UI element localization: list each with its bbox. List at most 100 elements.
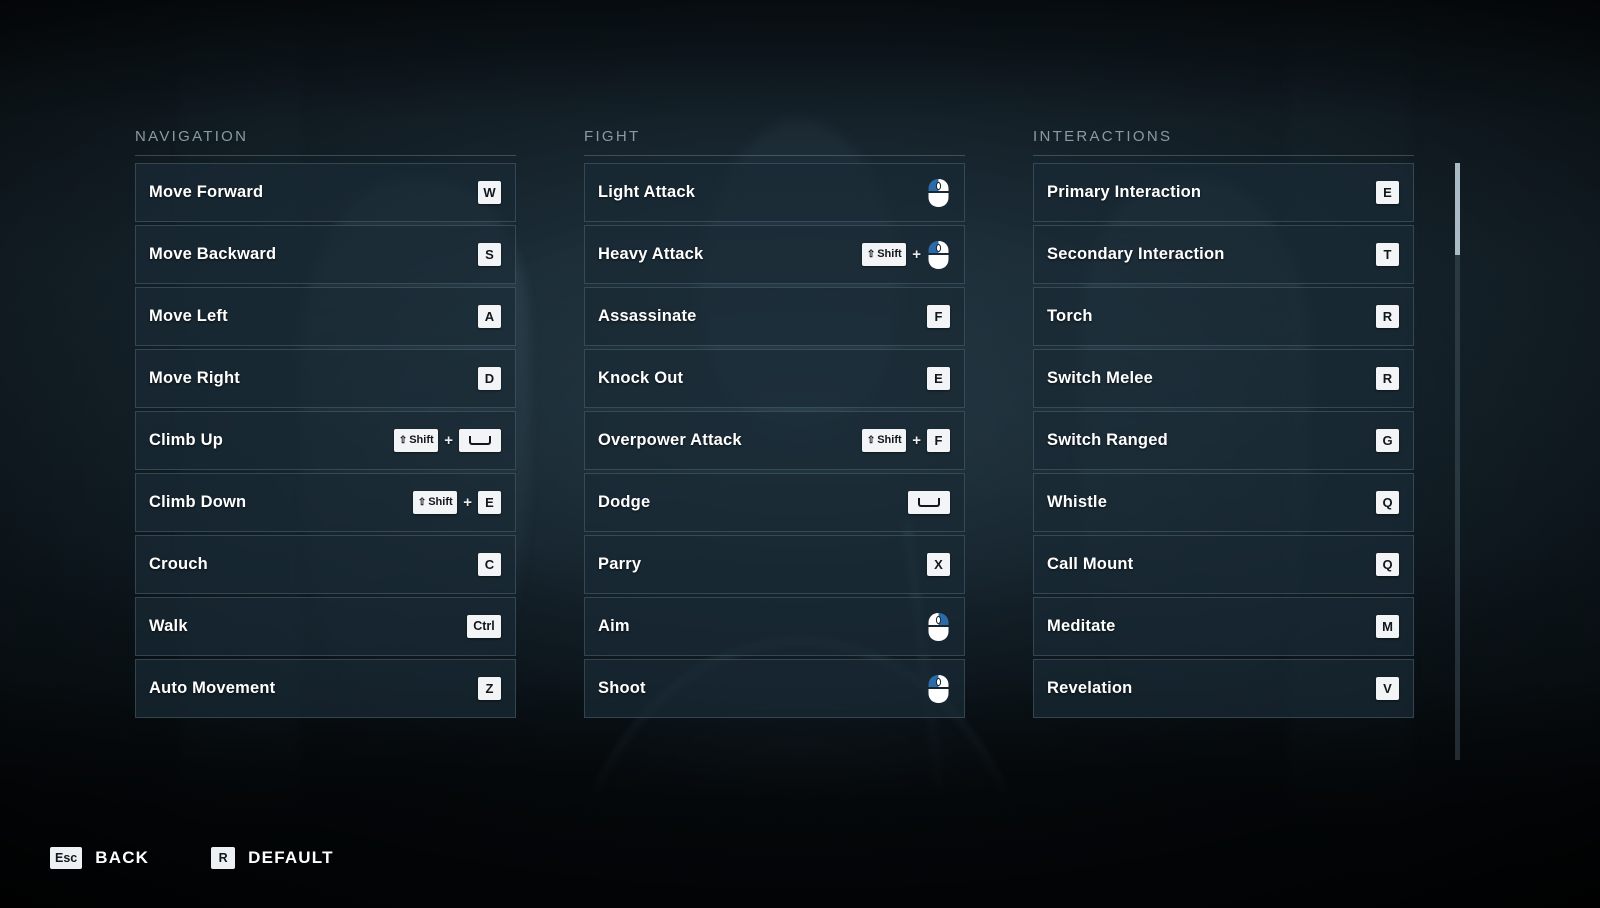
keybinding-row[interactable]: Meditate M: [1033, 597, 1414, 656]
key-cap: X: [927, 553, 950, 576]
keybinding-row[interactable]: Climb Down ⇧ Shift + E: [135, 473, 516, 532]
keybinding-row[interactable]: Crouch C: [135, 535, 516, 594]
keybinding-value[interactable]: ⇧ Shift + E: [413, 491, 501, 514]
key-separator-plus: +: [444, 432, 453, 449]
keybinding-value[interactable]: T: [1376, 243, 1399, 266]
keybinding-row[interactable]: Whistle Q: [1033, 473, 1414, 532]
keybinding-row[interactable]: Aim: [584, 597, 965, 656]
keybinding-value[interactable]: D: [478, 367, 501, 390]
keybinding-row[interactable]: Move Right D: [135, 349, 516, 408]
key-cap: G: [1376, 429, 1399, 452]
keybinding-row[interactable]: Assassinate F: [584, 287, 965, 346]
keybinding-action-label: Climb Down: [149, 493, 247, 511]
keybinding-action-label: Primary Interaction: [1047, 183, 1202, 201]
keybinding-columns: NAVIGATION Move Forward W Move Backward S Mov…: [0, 0, 1600, 908]
keybinding-row[interactable]: Parry X: [584, 535, 965, 594]
shift-arrow-icon: ⇧: [417, 496, 427, 508]
keybinding-action-label: Secondary Interaction: [1047, 245, 1225, 263]
keybinding-row[interactable]: Heavy Attack ⇧ Shift +: [584, 225, 965, 284]
footer-key-cap: Esc: [50, 847, 83, 869]
keybinding-value[interactable]: X: [927, 553, 950, 576]
mouse-left-click-icon: [927, 178, 950, 208]
keybinding-value[interactable]: ⇧ Shift + F: [862, 429, 950, 452]
keybinding-value[interactable]: M: [1376, 615, 1399, 638]
keybinding-value[interactable]: A: [478, 305, 501, 328]
keybinding-action-label: Climb Up: [149, 431, 224, 449]
keybinding-value[interactable]: [927, 674, 950, 704]
keybinding-row[interactable]: Primary Interaction E: [1033, 163, 1414, 222]
shift-arrow-icon: ⇧: [866, 434, 876, 446]
key-cap-label: Shift: [428, 496, 453, 508]
keybinding-value[interactable]: ⇧ Shift +: [394, 429, 501, 452]
key-cap: C: [478, 553, 501, 576]
footer-action-back[interactable]: Esc BACK: [50, 847, 149, 869]
key-cap: Ctrl: [467, 615, 501, 638]
keybinding-action-label: Meditate: [1047, 617, 1116, 635]
keybinding-row[interactable]: Move Forward W: [135, 163, 516, 222]
footer-action-default[interactable]: R DEFAULT: [211, 847, 334, 869]
keybinding-action-label: Walk: [149, 617, 188, 635]
scrollbar-track[interactable]: [1455, 163, 1460, 760]
keybinding-action-label: Aim: [598, 617, 630, 635]
shift-arrow-icon: ⇧: [398, 434, 408, 446]
keybinding-row[interactable]: Light Attack: [584, 163, 965, 222]
keybinding-row[interactable]: Shoot: [584, 659, 965, 718]
keybinding-row[interactable]: Revelation V: [1033, 659, 1414, 718]
scrollbar-thumb[interactable]: [1455, 163, 1460, 255]
keybinding-value[interactable]: [927, 612, 950, 642]
keybinding-action-label: Switch Melee: [1047, 369, 1154, 387]
keybinding-action-label: Heavy Attack: [598, 245, 704, 263]
keybinding-value[interactable]: Z: [478, 677, 501, 700]
keybinding-row[interactable]: Move Left A: [135, 287, 516, 346]
keybinding-value[interactable]: [927, 178, 950, 208]
keybinding-value[interactable]: E: [927, 367, 950, 390]
keybinding-row[interactable]: Secondary Interaction T: [1033, 225, 1414, 284]
keybinding-value[interactable]: Q: [1376, 491, 1399, 514]
keybinding-value[interactable]: S: [478, 243, 501, 266]
keybinding-row[interactable]: Torch R: [1033, 287, 1414, 346]
keybinding-row[interactable]: Auto Movement Z: [135, 659, 516, 718]
key-cap-space: [459, 429, 501, 452]
keybinding-row[interactable]: Knock Out E: [584, 349, 965, 408]
keybinding-value[interactable]: G: [1376, 429, 1399, 452]
keybinding-row[interactable]: Call Mount Q: [1033, 535, 1414, 594]
keybinding-value[interactable]: R: [1376, 305, 1399, 328]
spacebar-icon: [918, 498, 940, 507]
keybinding-value[interactable]: ⇧ Shift +: [862, 240, 950, 270]
keybinding-value[interactable]: R: [1376, 367, 1399, 390]
keybinding-action-label: Move Right: [149, 369, 240, 387]
keybinding-value[interactable]: W: [478, 181, 501, 204]
key-cap: V: [1376, 677, 1399, 700]
mouse-left-click-icon: [927, 240, 950, 270]
key-separator-plus: +: [912, 246, 921, 263]
keybinding-value[interactable]: [908, 491, 950, 514]
keybinding-row[interactable]: Overpower Attack ⇧ Shift + F: [584, 411, 965, 470]
key-cap: M: [1376, 615, 1399, 638]
column-title-fight: FIGHT: [584, 128, 965, 156]
key-cap: Z: [478, 677, 501, 700]
keybinding-value[interactable]: Q: [1376, 553, 1399, 576]
keybinding-row[interactable]: Switch Ranged G: [1033, 411, 1414, 470]
key-separator-plus: +: [912, 432, 921, 449]
keybinding-row[interactable]: Dodge: [584, 473, 965, 532]
keybinding-row[interactable]: Walk Ctrl: [135, 597, 516, 656]
keybinding-row[interactable]: Climb Up ⇧ Shift +: [135, 411, 516, 470]
key-cap-shift: ⇧ Shift: [394, 429, 439, 452]
footer-action-label: DEFAULT: [248, 848, 334, 867]
key-cap: R: [1376, 305, 1399, 328]
mouse-right-click-icon: [927, 612, 950, 642]
key-cap: R: [1376, 367, 1399, 390]
keybinding-value[interactable]: E: [1376, 181, 1399, 204]
keybinding-row[interactable]: Move Backward S: [135, 225, 516, 284]
keybinding-value[interactable]: Ctrl: [467, 615, 501, 638]
keybinding-value[interactable]: V: [1376, 677, 1399, 700]
keybinding-action-label: Switch Ranged: [1047, 431, 1168, 449]
key-cap: S: [478, 243, 501, 266]
keybinding-value[interactable]: C: [478, 553, 501, 576]
keybinding-column-navigation: NAVIGATION Move Forward W Move Backward S Mov…: [135, 128, 516, 721]
key-cap-space: [908, 491, 950, 514]
keybinding-action-label: Auto Movement: [149, 679, 276, 697]
keybinding-row[interactable]: Switch Melee R: [1033, 349, 1414, 408]
keybinding-value[interactable]: F: [927, 305, 950, 328]
keybinding-action-label: Move Forward: [149, 183, 264, 201]
